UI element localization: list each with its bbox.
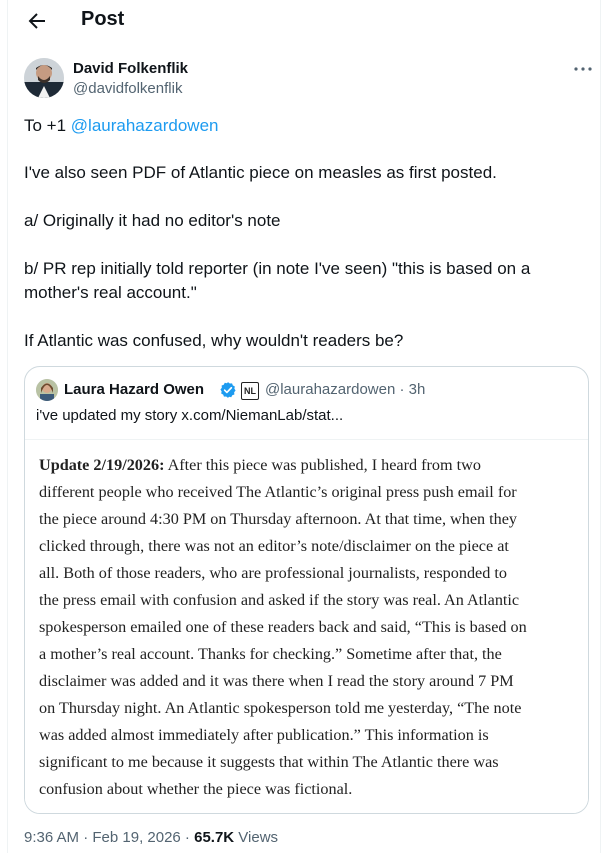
update-note-image[interactable]: Update 2/19/2026: After this piece was p… bbox=[25, 439, 588, 813]
quoted-post-header: Laura Hazard Owen NL @laurahazardowen · … bbox=[36, 379, 576, 401]
image-line: disclaimer was added and it was there wh… bbox=[39, 672, 514, 690]
tweet-paragraph-5: If Atlantic was confused, why wouldn't r… bbox=[24, 331, 404, 350]
quoted-handle-time: @laurahazardowen · 3h bbox=[265, 381, 426, 398]
quoted-avatar[interactable] bbox=[36, 379, 58, 401]
image-line: different people who received The Atlant… bbox=[39, 483, 517, 501]
quoted-author-name[interactable]: Laura Hazard Owen bbox=[64, 381, 204, 398]
image-line: a mother’s real account. Thanks for chec… bbox=[39, 645, 502, 663]
page-title: Post bbox=[81, 8, 125, 30]
quoted-post-text: i've updated my story x.com/NiemanLab/st… bbox=[36, 407, 344, 424]
post-metadata: 9:36 AM · Feb 19, 2026 · 65.7K Views bbox=[24, 829, 278, 846]
post-timestamp[interactable]: 9:36 AM · Feb 19, 2026 · bbox=[24, 829, 194, 846]
tweet-line-1: To +1 @laurahazardowen bbox=[24, 114, 218, 137]
affiliate-badge[interactable]: NL bbox=[241, 382, 259, 400]
image-line: the press email with confusion and asked… bbox=[39, 591, 520, 609]
mention-link[interactable]: @laurahazardowen bbox=[71, 116, 219, 135]
image-line: Update 2/19/2026: After this piece was p… bbox=[39, 456, 481, 474]
tweet-prefix: To +1 bbox=[24, 116, 71, 135]
author-row: David Folkenflik @davidfolkenflik bbox=[24, 58, 594, 102]
image-line: all. Both of those readers, who are prof… bbox=[39, 564, 507, 582]
back-arrow-icon[interactable] bbox=[25, 9, 49, 33]
views-count: 65.7K bbox=[194, 829, 235, 846]
tweet-paragraph-2: I've also seen PDF of Atlantic piece on … bbox=[24, 163, 497, 182]
image-line: the piece around 4:30 PM on Thursday aft… bbox=[39, 510, 518, 528]
verified-badge-icon bbox=[219, 381, 237, 399]
image-line: was added almost immediately after publi… bbox=[39, 726, 489, 744]
more-options-icon[interactable] bbox=[572, 58, 594, 80]
avatar[interactable] bbox=[24, 58, 64, 98]
image-line: significant to me because it suggests th… bbox=[39, 753, 499, 771]
author-name[interactable]: David Folkenflik bbox=[73, 60, 188, 77]
author-handle[interactable]: @davidfolkenflik bbox=[73, 80, 182, 97]
image-line: on Thursday night. An Atlantic spokesper… bbox=[39, 699, 522, 717]
top-bar: Post bbox=[8, 0, 600, 42]
views-label: Views bbox=[234, 829, 279, 846]
tweet-paragraph-4-line-2: mother's real account." bbox=[24, 283, 197, 302]
image-line: spokesperson emailed one of these reader… bbox=[39, 618, 527, 636]
tweet-paragraph-3: a/ Originally it had no editor's note bbox=[24, 211, 281, 230]
quoted-post[interactable]: Laura Hazard Owen NL @laurahazardowen · … bbox=[24, 366, 589, 814]
post-page: Post David Folkenflik @davidfolkenflik T… bbox=[7, 0, 601, 853]
image-line: confusion about whether the piece was fi… bbox=[39, 780, 353, 798]
tweet-paragraph-4-line-1: b/ PR rep initially told reporter (in no… bbox=[24, 259, 531, 278]
image-line: clicked through, there was not an editor… bbox=[39, 537, 509, 555]
